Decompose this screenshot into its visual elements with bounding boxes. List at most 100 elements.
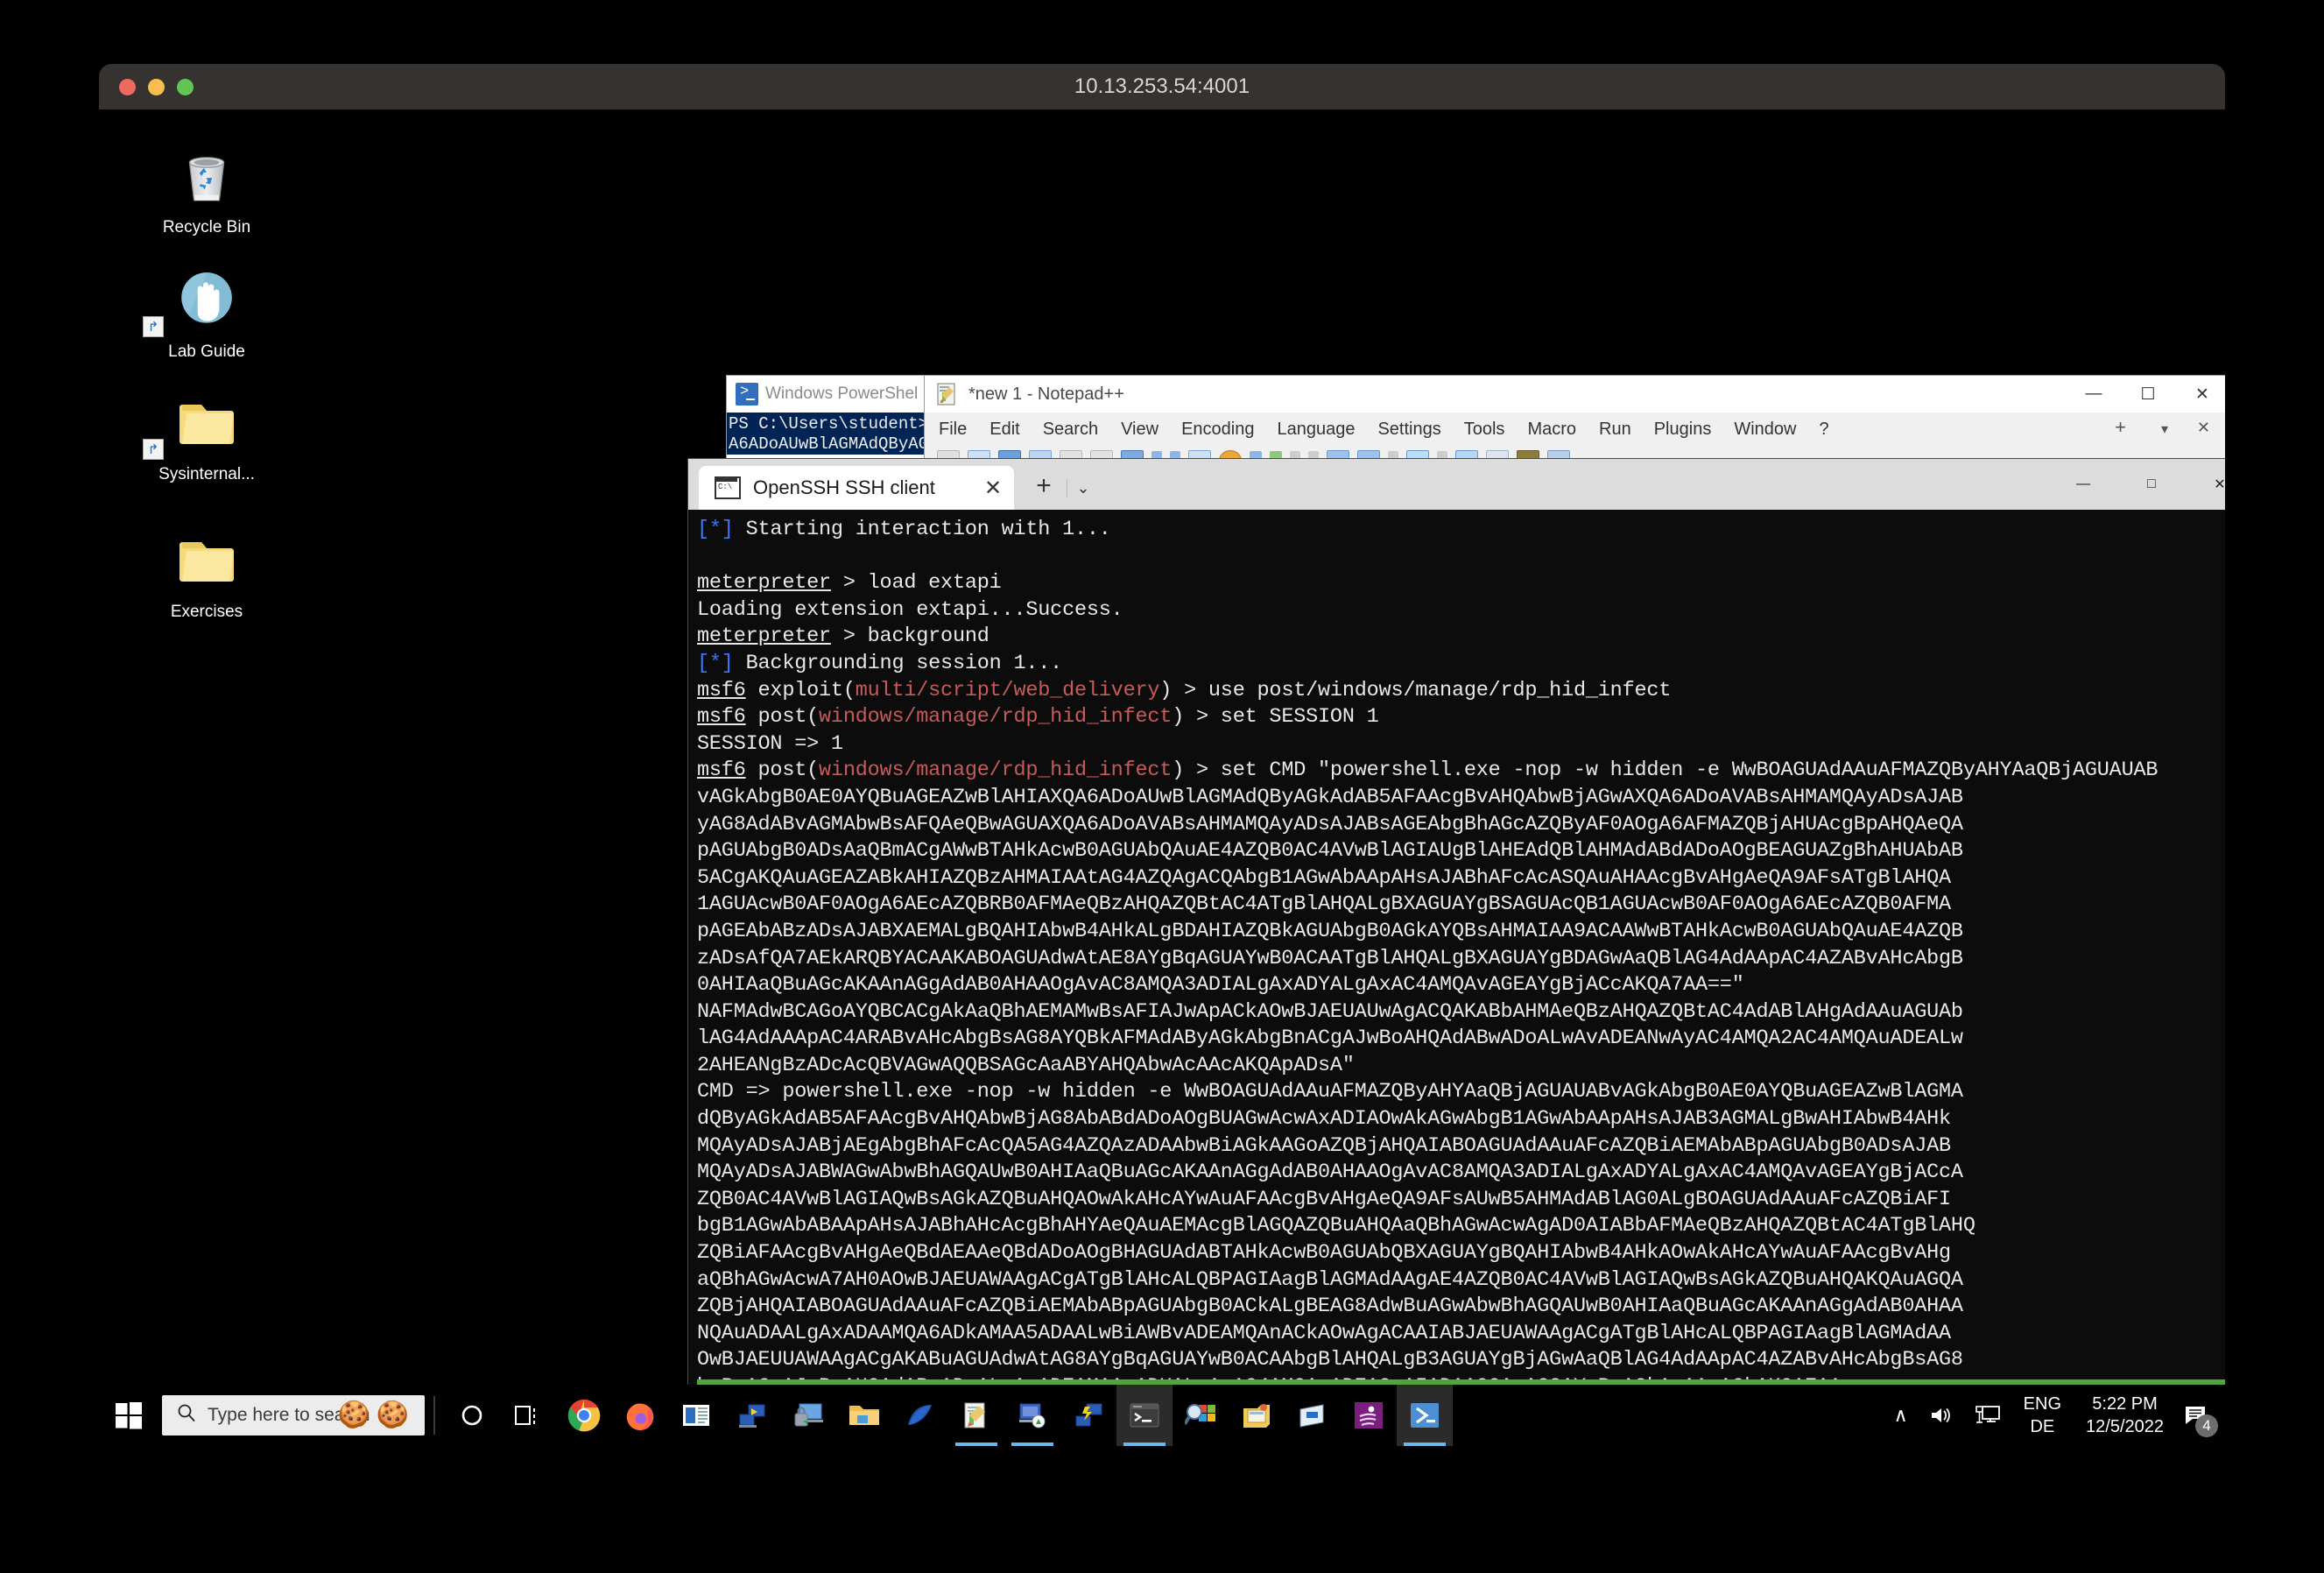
taskbar-app-notepadpp[interactable]: [948, 1385, 1004, 1446]
menu-file[interactable]: File: [939, 420, 967, 440]
terminal-tab-openssh[interactable]: OpenSSH SSH client ✕: [699, 466, 1014, 510]
taskbar-app-powershell[interactable]: [1397, 1385, 1453, 1446]
terminal-text: MQAyADsAJABWAGwAbwBhAGQAUwB0AHIAaQBuAGcA…: [697, 1160, 1963, 1185]
powershell-titlebar[interactable]: Windows PowerShel: [727, 376, 928, 413]
terminal-text: Backgrounding session 1...: [733, 651, 1063, 675]
taskbar-app-network-monitor[interactable]: [1004, 1385, 1060, 1446]
taskbar-app-chrome[interactable]: [556, 1385, 612, 1446]
taskbar-app-legacy[interactable]: [1229, 1385, 1285, 1446]
clock[interactable]: 5:22 PM 12/5/2022: [2086, 1393, 2164, 1438]
terminal-tabstrip[interactable]: OpenSSH SSH client ✕ + ⌄ — □ ✕: [688, 459, 2225, 510]
taskbar-app-secure-connection[interactable]: [780, 1385, 836, 1446]
chevron-down-icon[interactable]: ▾: [2161, 420, 2168, 438]
clock-time: 5:22 PM: [2092, 1394, 2158, 1414]
windows-desktop[interactable]: Recycle Bin ↱ Lab Guide ↱ Sysinternal...…: [99, 109, 2225, 1446]
terminal-text: zADsAfQA7AEkARQBYACAAKABOAGUAdwAtAE8AYgB…: [697, 946, 1963, 970]
menu-settings[interactable]: Settings: [1377, 420, 1440, 440]
desktop-icon-sysinternals[interactable]: ↱ Sysinternal...: [141, 388, 272, 484]
search-input[interactable]: Type here to search 🍪 🍪: [162, 1395, 425, 1435]
taskbar-app-remote-desktop[interactable]: [724, 1385, 780, 1446]
firefox-icon: [626, 1403, 654, 1431]
terminal-line: NQAuADAALgAxADAAMQA6ADkAMAA5ADAALwBiAWBv…: [697, 1321, 2225, 1348]
action-center-button[interactable]: 4: [2176, 1395, 2218, 1437]
notepadpp-menubar[interactable]: File Edit Search View Encoding Language …: [925, 413, 2225, 446]
chevron-down-icon[interactable]: ⌄: [1067, 479, 1099, 497]
menu-view[interactable]: View: [1121, 420, 1158, 440]
menu-tools[interactable]: Tools: [1464, 420, 1505, 440]
terminal-text: [*]: [697, 651, 734, 675]
terminal-maximize-button[interactable]: □: [2117, 459, 2186, 510]
terminal-line: 1AGUAcwB0AF0AOgA6AEcAZQBRB0AFMAeQBzAHQAZ…: [697, 892, 2225, 919]
menu-run[interactable]: Run: [1599, 420, 1631, 440]
taskbar-app-terminal[interactable]: [1116, 1385, 1173, 1446]
taskbar-app-task-view[interactable]: [500, 1385, 556, 1446]
windows-taskbar[interactable]: Type here to search 🍪 🍪 ∧ ENG DE 5:22 PM…: [99, 1385, 2225, 1446]
terminal-line: yAG8AdABvAGMAbwBsAFQAeQBwAGUAXQA6ADoAVAB…: [697, 812, 2225, 839]
menu-encoding[interactable]: Encoding: [1181, 420, 1254, 440]
desktop-icon-lab-guide[interactable]: ↱ Lab Guide: [141, 265, 272, 362]
powershell-output: PS C:\Users\student> A6ADoAUwBlAGMAdQByA…: [727, 413, 928, 455]
taskbar-app-cortana[interactable]: [444, 1385, 500, 1446]
running-indicator: [1011, 1443, 1053, 1446]
taskbar-app-firefox[interactable]: [612, 1385, 668, 1446]
console-icon: [715, 476, 741, 499]
terminal-line: msf6 exploit(multi/script/web_delivery) …: [697, 678, 2225, 705]
menu-plugins[interactable]: Plugins: [1654, 420, 1712, 440]
desktop-icon-exercises[interactable]: Exercises: [141, 526, 272, 622]
desktop-icon-label: Exercises: [170, 603, 243, 621]
terminal-text: ) > use post/windows/manage/rdp_hid_infe…: [1159, 678, 1672, 702]
terminal-text: msf6: [697, 705, 746, 730]
taskbar-app-news-widget[interactable]: [668, 1385, 724, 1446]
taskbar-app-window-tool[interactable]: [1285, 1385, 1341, 1446]
notepadpp-maximize-button[interactable]: ☐: [2121, 376, 2175, 413]
menu-search[interactable]: Search: [1043, 420, 1098, 440]
taskbar-app-file-explorer[interactable]: [836, 1385, 892, 1446]
running-indicator: [1404, 1443, 1446, 1446]
terminal-line: meterpreter > background: [697, 624, 2225, 651]
terminal-text: pAGUAbgB0ADsAaQBmACgAWwBTAHkAcwB0AGUAbQA…: [697, 839, 1963, 864]
notepadpp-new-tab-button[interactable]: +: [2115, 416, 2126, 439]
terminal-line: MQAyADsAJABjAEgAbgBhAFcAcQA5AG4AZQAzADAA…: [697, 1133, 2225, 1160]
menu-edit[interactable]: Edit: [989, 420, 1019, 440]
monitor-icon[interactable]: [1975, 1404, 2001, 1427]
taskbar-app-purple[interactable]: [1341, 1385, 1397, 1446]
language-indicator[interactable]: ENG DE: [2024, 1393, 2061, 1438]
terminal-tab-close-button[interactable]: ✕: [972, 476, 1014, 501]
menu-window[interactable]: Window: [1734, 420, 1796, 440]
taskbar-app-windows-search[interactable]: [1173, 1385, 1229, 1446]
terminal-minimize-button[interactable]: —: [2049, 459, 2117, 510]
tray-chevron-icon[interactable]: ∧: [1894, 1404, 1908, 1427]
terminal-line: dQByAGkAdAB5AFAAcgBvAHQAbwBjAG8AbABdADoA…: [697, 1106, 2225, 1133]
terminal-text: ZQBiAFAAcgBvAHgAeQBdAEAAeQBdADoAOgBHAGUA…: [697, 1241, 1951, 1266]
terminal-text: post(: [745, 758, 820, 783]
start-button[interactable]: [99, 1385, 158, 1446]
terminal-text: NAFMAdwBCAGoAYQBCACgAkAaQBhAEMAMwBsAFIAJ…: [697, 999, 1963, 1024]
menu-language[interactable]: Language: [1277, 420, 1355, 440]
terminal-close-button[interactable]: ✕: [2186, 459, 2225, 510]
speaker-icon[interactable]: [1929, 1405, 1954, 1426]
terminal-text: 1AGUAcwB0AF0AOgA6AEcAZQBRB0AFMAeQBzAHQAZ…: [697, 892, 1951, 917]
system-tray[interactable]: ∧ ENG DE 5:22 PM 12/5/2022 4: [1884, 1393, 2225, 1438]
terminal-output-area[interactable]: [*] Starting interaction with 1... meter…: [688, 510, 2225, 1437]
terminal-text: ZQB0AC4AVwBlAGIAQwBsAGkAZQBuAHQAOwAkAHcA…: [697, 1187, 1951, 1211]
taskbar-app-network-tool[interactable]: [1060, 1385, 1116, 1446]
cookie-icon[interactable]: 🍪: [377, 1402, 409, 1428]
notepadpp-close-tab-button[interactable]: ✕: [2197, 419, 2210, 437]
openssh-terminal-window[interactable]: OpenSSH SSH client ✕ + ⌄ — □ ✕ [*] Start…: [687, 458, 2225, 1438]
menu-macro[interactable]: Macro: [1527, 420, 1576, 440]
taskbar-app-wireshark[interactable]: [892, 1385, 948, 1446]
running-indicator: [1123, 1443, 1166, 1446]
notepadpp-minimize-button[interactable]: —: [2067, 376, 2121, 413]
new-tab-button[interactable]: +: [1026, 471, 1061, 501]
terminal-line: msf6 post(windows/manage/rdp_hid_infect)…: [697, 704, 2225, 731]
terminal-text: dQByAGkAdAB5AFAAcgBvAHQAbwBjAG8AbABdADoA…: [697, 1107, 1951, 1132]
menu-help[interactable]: ?: [1819, 420, 1828, 440]
notepadpp-close-button[interactable]: ✕: [2175, 376, 2225, 413]
terminal-text: NQAuADAALgAxADAAMQA6ADkAMAA5ADAALwBiAWBv…: [697, 1321, 1951, 1345]
gingerbread-man-icon[interactable]: 🍪: [338, 1402, 370, 1428]
cortana-icon: [461, 1405, 482, 1426]
desktop-icon-recycle-bin[interactable]: Recycle Bin: [141, 141, 272, 237]
terminal-text: bgB1AGwAbABAApAHsAJABhAHcAcgBhAHYAeQAuAE…: [697, 1214, 1975, 1238]
windows-logo-icon: [116, 1402, 142, 1429]
notepadpp-titlebar[interactable]: *new 1 - Notepad++ — ☐ ✕: [925, 376, 2225, 413]
